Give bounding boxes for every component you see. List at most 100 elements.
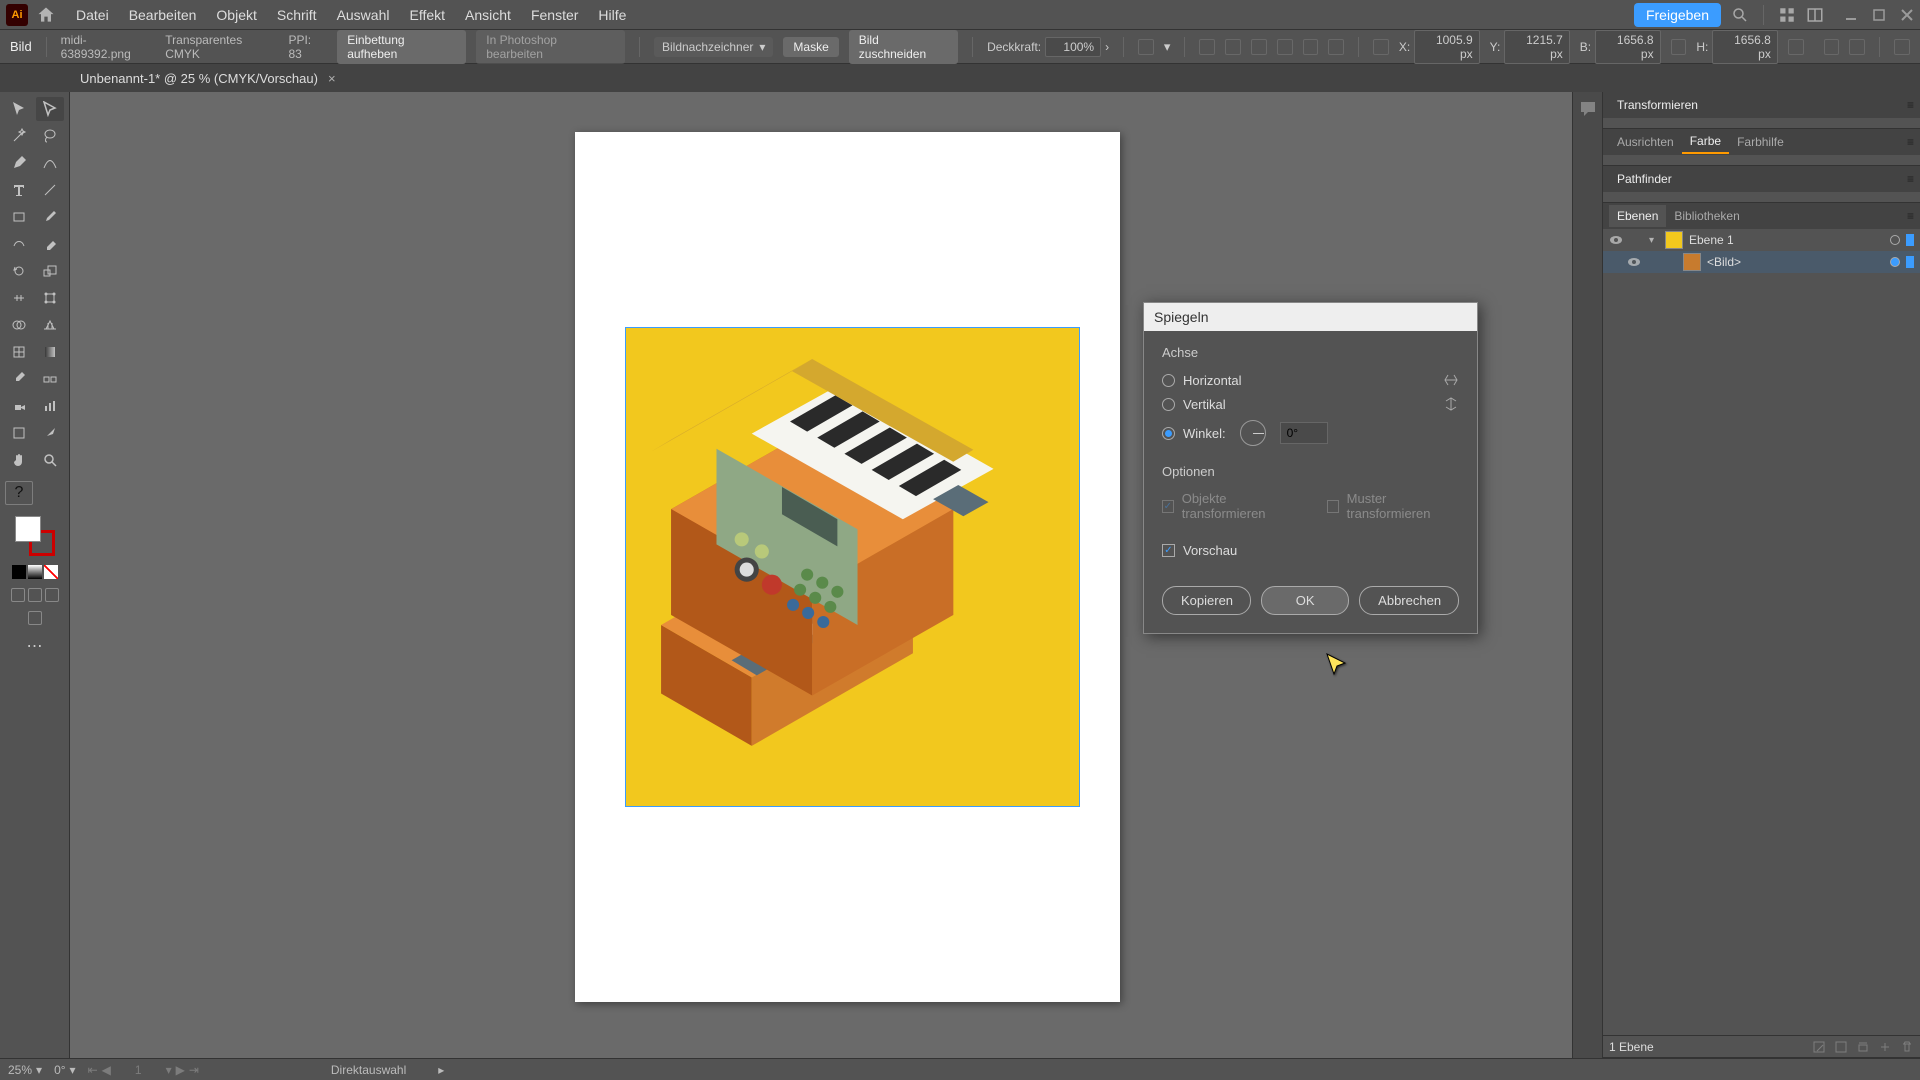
- zoom-tool[interactable]: [36, 448, 64, 472]
- panel-tab-pathfinder[interactable]: Pathfinder: [1609, 168, 1680, 190]
- panel-tab-libraries[interactable]: Bibliotheken: [1666, 205, 1747, 227]
- ok-button[interactable]: OK: [1261, 586, 1349, 615]
- arrange-docs-icon[interactable]: [1806, 6, 1824, 24]
- panel-tab-color[interactable]: Farbe: [1682, 130, 1729, 154]
- eyedropper-tool[interactable]: [5, 367, 33, 391]
- menu-schrift[interactable]: Schrift: [267, 7, 327, 23]
- vertical-radio[interactable]: [1162, 398, 1175, 411]
- ref-point-grid-icon[interactable]: [1138, 39, 1154, 55]
- magic-wand-tool[interactable]: [5, 124, 33, 148]
- blend-tool[interactable]: [36, 367, 64, 391]
- placed-image[interactable]: [625, 327, 1080, 807]
- type-tool[interactable]: [5, 178, 33, 202]
- angle-input[interactable]: [1280, 422, 1328, 444]
- fill-stroke-swatch[interactable]: [15, 516, 55, 556]
- eraser-tool[interactable]: [36, 232, 64, 256]
- crop-button[interactable]: Bild zuschneiden: [849, 30, 958, 64]
- symbol-sprayer-tool[interactable]: [5, 394, 33, 418]
- rotation-value[interactable]: 0°: [54, 1063, 65, 1077]
- prefs-icon[interactable]: [1849, 39, 1865, 55]
- visibility-icon[interactable]: [1627, 255, 1641, 269]
- locate-object-icon[interactable]: [1812, 1040, 1826, 1054]
- comments-icon[interactable]: [1579, 100, 1597, 118]
- scale-tool[interactable]: [36, 259, 64, 283]
- align-left-icon[interactable]: [1199, 39, 1215, 55]
- align-top-icon[interactable]: [1277, 39, 1293, 55]
- menu-effekt[interactable]: Effekt: [399, 7, 455, 23]
- x-input[interactable]: 1005.9 px: [1414, 30, 1479, 64]
- align-right-icon[interactable]: [1251, 39, 1267, 55]
- curvature-tool[interactable]: [36, 151, 64, 175]
- pen-tool[interactable]: [5, 151, 33, 175]
- panel-tab-layers[interactable]: Ebenen: [1609, 205, 1666, 227]
- tab-close-icon[interactable]: ×: [328, 71, 336, 86]
- w-input[interactable]: 1656.8 px: [1595, 30, 1660, 64]
- home-icon[interactable]: [36, 5, 56, 25]
- shape-builder-tool[interactable]: [5, 313, 33, 337]
- menu-fenster[interactable]: Fenster: [521, 7, 588, 23]
- edit-toolbar-icon[interactable]: ⋯: [5, 636, 64, 656]
- menu-hilfe[interactable]: Hilfe: [588, 7, 636, 23]
- artboard-first-icon[interactable]: ⇤: [88, 1063, 98, 1077]
- image-trace-select[interactable]: Bildnachzeichner▾: [654, 37, 773, 57]
- panel-tab-transform[interactable]: Transformieren: [1609, 94, 1706, 116]
- align-bottom-icon[interactable]: [1328, 39, 1344, 55]
- layer-row[interactable]: ▾ Ebene 1: [1603, 229, 1920, 251]
- artboard-last-icon[interactable]: ⇥: [189, 1063, 199, 1077]
- panel-menu-icon[interactable]: ≡: [1907, 209, 1914, 223]
- horizontal-radio[interactable]: [1162, 374, 1175, 387]
- unembed-button[interactable]: Einbettung aufheben: [337, 30, 466, 64]
- layer-row[interactable]: <Bild>: [1603, 251, 1920, 273]
- free-transform-tool[interactable]: [36, 286, 64, 310]
- menu-objekt[interactable]: Objekt: [206, 7, 266, 23]
- color-mode-none[interactable]: [44, 565, 58, 579]
- opacity-input[interactable]: 100%: [1045, 37, 1101, 57]
- menu-ansicht[interactable]: Ansicht: [455, 7, 521, 23]
- make-clipping-mask-icon[interactable]: [1834, 1040, 1848, 1054]
- color-mode-gradient[interactable]: [28, 565, 42, 579]
- gradient-tool[interactable]: [36, 340, 64, 364]
- share-button[interactable]: Freigeben: [1634, 3, 1721, 27]
- screen-mode-full[interactable]: [28, 588, 42, 602]
- layer-name[interactable]: Ebene 1: [1689, 233, 1734, 247]
- link-wh-icon[interactable]: [1671, 39, 1687, 55]
- delete-icon[interactable]: [1900, 1040, 1914, 1054]
- canvas[interactable]: Spiegeln Achse Horizontal Vertikal: [70, 92, 1572, 1058]
- angle-dial[interactable]: [1240, 420, 1266, 446]
- new-sublayer-icon[interactable]: [1856, 1040, 1870, 1054]
- layer-name[interactable]: <Bild>: [1707, 255, 1741, 269]
- width-tool[interactable]: [5, 286, 33, 310]
- rotate-tool[interactable]: [5, 259, 33, 283]
- artboard-tool[interactable]: [5, 421, 33, 445]
- panel-menu-icon[interactable]: ≡: [1907, 172, 1914, 186]
- menu-datei[interactable]: Datei: [66, 7, 119, 23]
- slice-tool[interactable]: [36, 421, 64, 445]
- transform-grid-icon[interactable]: [1373, 39, 1389, 55]
- column-graph-tool[interactable]: [36, 394, 64, 418]
- h-input[interactable]: 1656.8 px: [1712, 30, 1777, 64]
- perspective-grid-tool[interactable]: [36, 313, 64, 337]
- paintbrush-tool[interactable]: [36, 205, 64, 229]
- target-icon[interactable]: [1890, 235, 1900, 245]
- artboard-next-icon[interactable]: ▶: [176, 1063, 185, 1077]
- screen-mode-presentation[interactable]: [45, 588, 59, 602]
- artboard-prev-icon[interactable]: ◀: [102, 1063, 111, 1077]
- shaper-tool[interactable]: [5, 232, 33, 256]
- selection-tool[interactable]: [5, 97, 33, 121]
- close-icon[interactable]: [1900, 8, 1914, 22]
- cancel-button[interactable]: Abbrechen: [1359, 586, 1459, 615]
- panel-tab-align[interactable]: Ausrichten: [1609, 131, 1682, 153]
- panel-tab-guides[interactable]: Farbhilfe: [1729, 131, 1792, 153]
- minimize-icon[interactable]: [1844, 8, 1858, 22]
- mesh-tool[interactable]: [5, 340, 33, 364]
- disclosure-icon[interactable]: ▾: [1649, 235, 1659, 246]
- lasso-tool[interactable]: [36, 124, 64, 148]
- direct-selection-tool[interactable]: [36, 97, 64, 121]
- menu-auswahl[interactable]: Auswahl: [327, 7, 400, 23]
- color-mode-solid[interactable]: [12, 565, 26, 579]
- search-icon[interactable]: [1731, 6, 1749, 24]
- document-tab[interactable]: Unbenannt-1* @ 25 % (CMYK/Vorschau) ×: [70, 66, 346, 91]
- visibility-icon[interactable]: [1609, 233, 1623, 247]
- zoom-level[interactable]: 25%: [8, 1063, 32, 1077]
- line-tool[interactable]: [36, 178, 64, 202]
